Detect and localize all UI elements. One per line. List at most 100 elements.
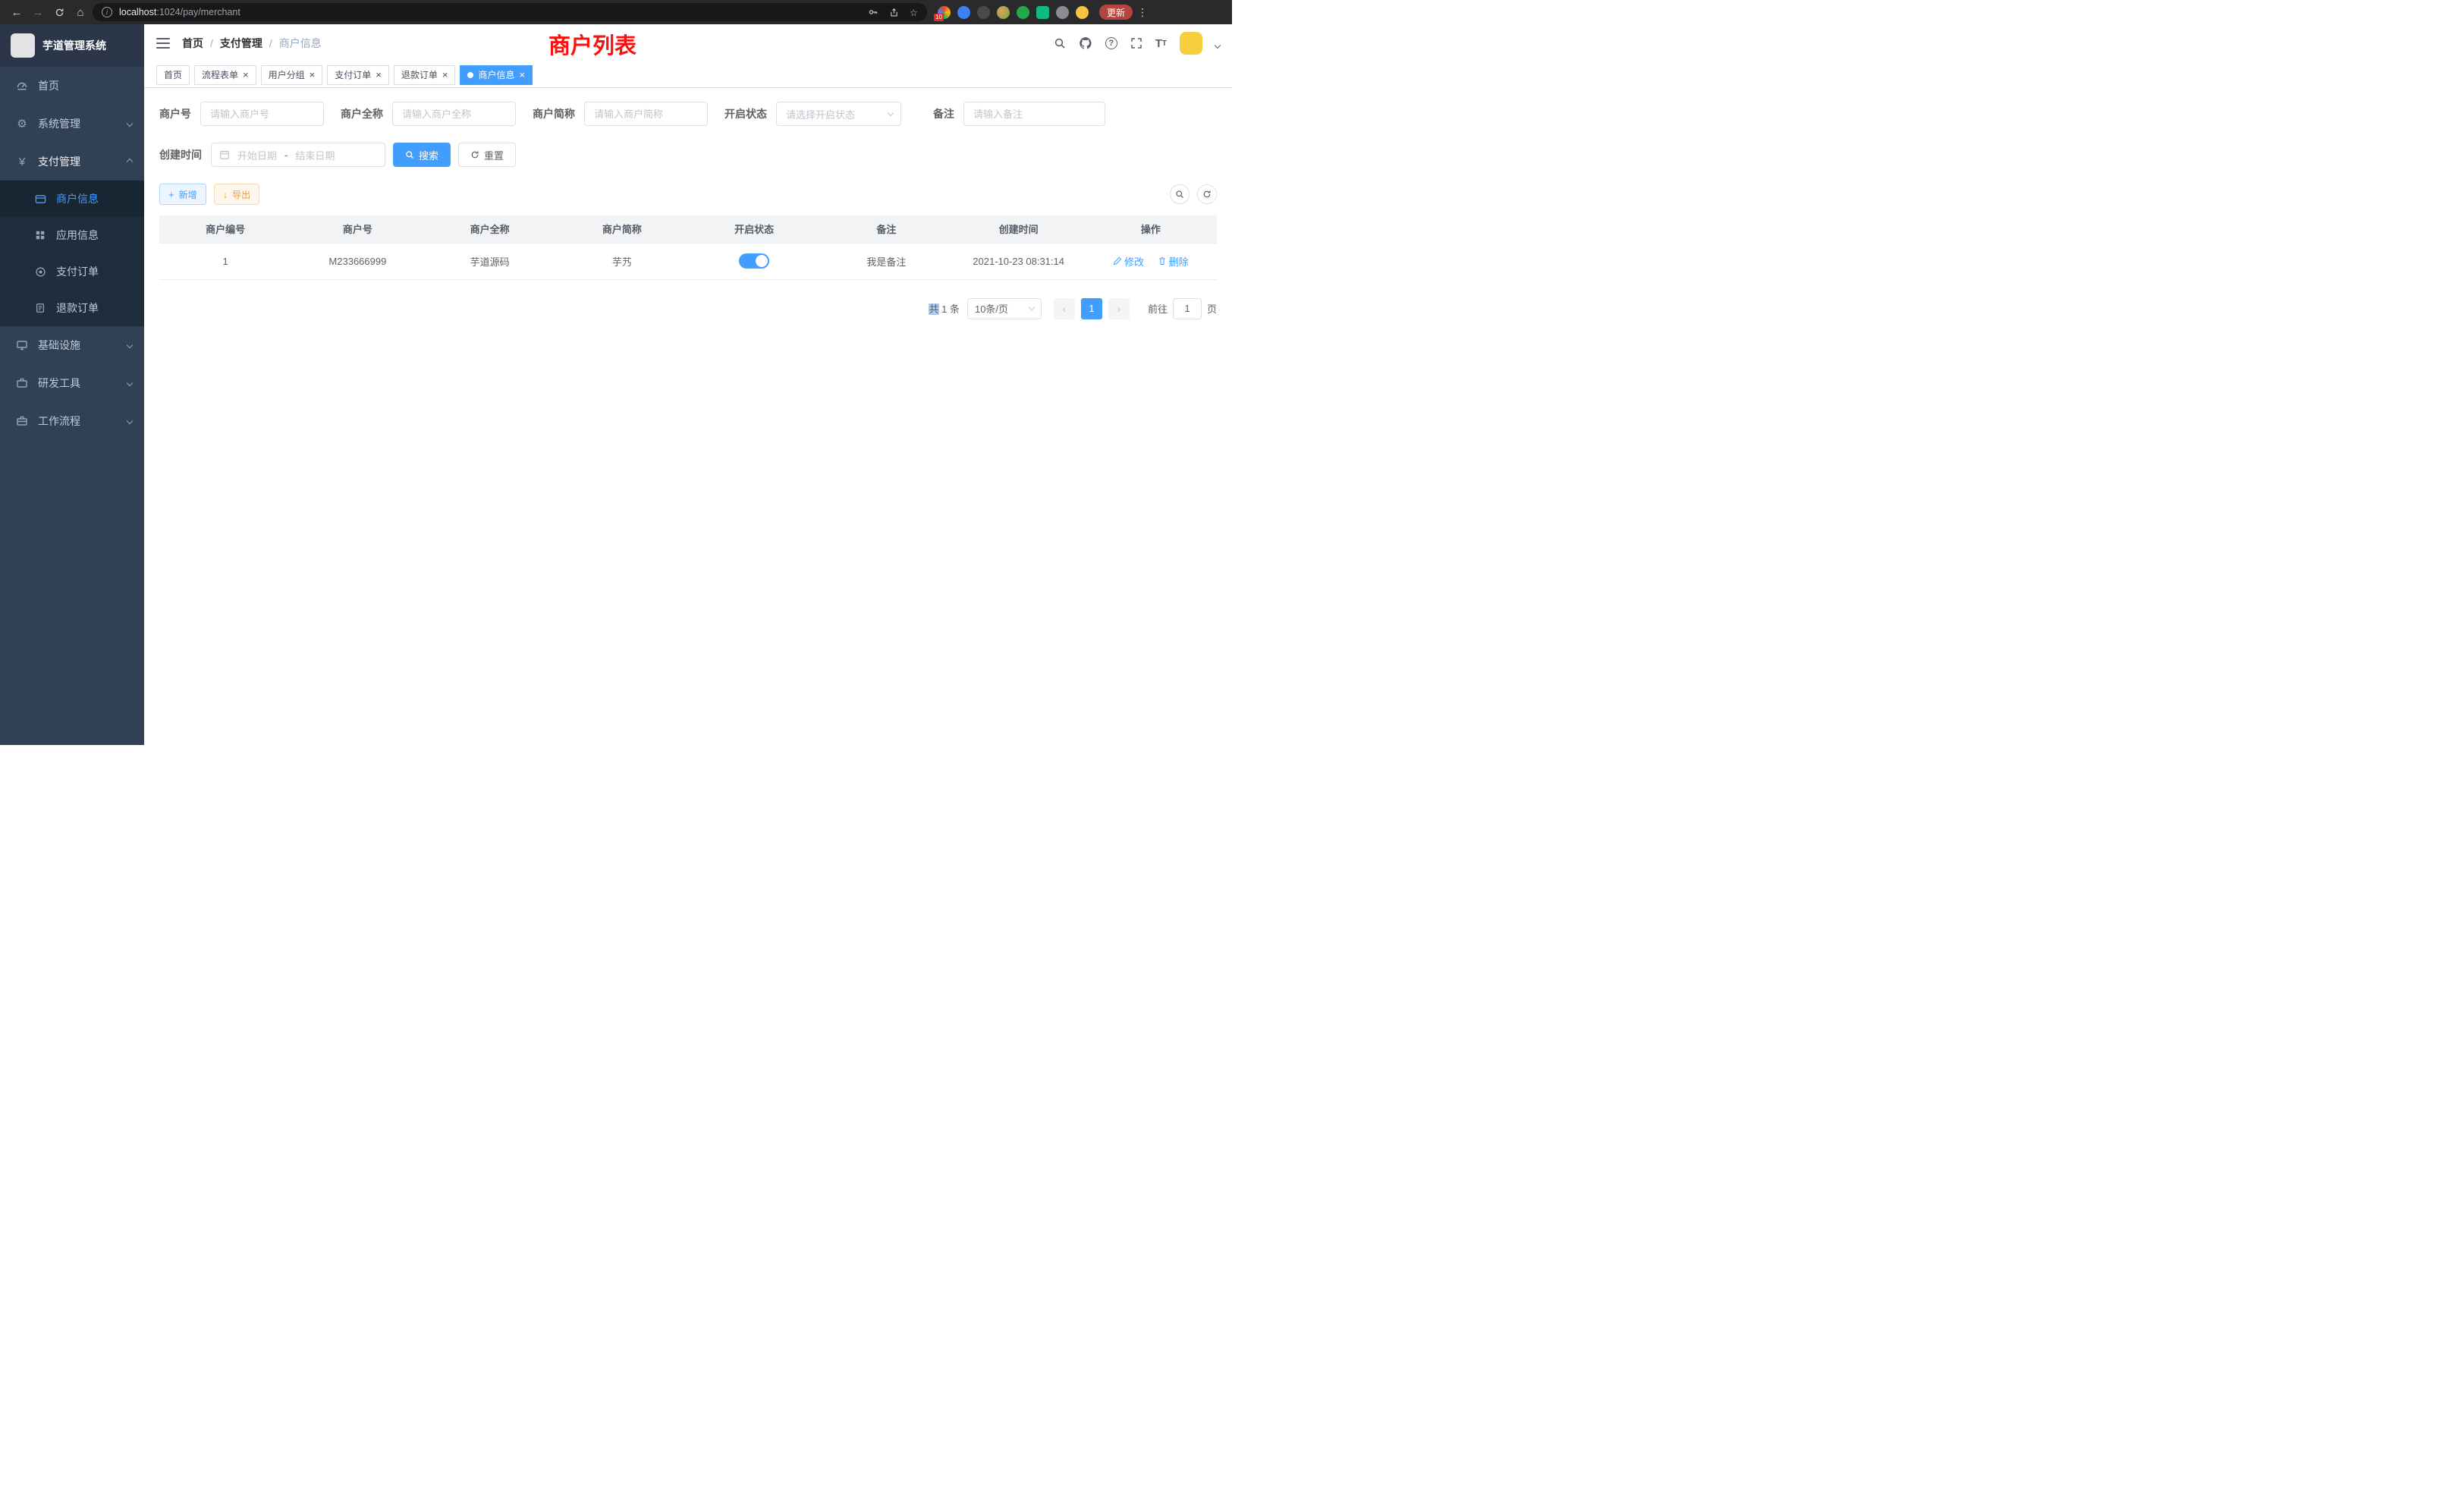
- page-size-select[interactable]: 10条/页: [967, 298, 1042, 319]
- browser-refresh-icon[interactable]: [50, 3, 68, 21]
- tab-user-group[interactable]: 用户分组×: [261, 65, 323, 85]
- hamburger-icon[interactable]: [156, 38, 170, 49]
- breadcrumb-item[interactable]: 首页: [182, 36, 203, 51]
- date-range-picker[interactable]: 开始日期 - 结束日期: [211, 143, 385, 167]
- tab-payment-order[interactable]: 支付订单×: [327, 65, 389, 85]
- close-icon[interactable]: ×: [442, 70, 448, 80]
- browser-home-icon[interactable]: ⌂: [71, 3, 90, 21]
- breadcrumb-item: 商户信息: [279, 36, 322, 51]
- status-toggle[interactable]: [739, 253, 769, 269]
- short-name-input[interactable]: [584, 102, 708, 126]
- page-number-button[interactable]: 1: [1081, 298, 1102, 319]
- close-icon[interactable]: ×: [243, 70, 249, 80]
- tab-merchant-info[interactable]: 商户信息×: [460, 65, 533, 85]
- app-logo[interactable]: 芋道管理系统: [0, 24, 144, 67]
- font-size-icon[interactable]: TT: [1155, 37, 1167, 50]
- user-menu-caret-icon[interactable]: [1215, 42, 1221, 49]
- extension-icon[interactable]: [997, 6, 1010, 19]
- tab-refund-order[interactable]: 退款订单×: [394, 65, 456, 85]
- sidebar-item-payment-order[interactable]: 支付订单: [0, 253, 144, 290]
- gear-icon: ⚙: [15, 117, 29, 130]
- extension-icon[interactable]: [957, 6, 970, 19]
- filter-create-time: 创建时间 开始日期 - 结束日期: [159, 143, 385, 167]
- sidebar-item-devtools[interactable]: 研发工具: [0, 364, 144, 402]
- browser-chrome: ← → ⌂ i localhost:1024/pay/merchant ☆ 10…: [0, 0, 1232, 24]
- breadcrumb: 首页 / 支付管理 / 商户信息: [182, 36, 322, 51]
- extension-icon[interactable]: [1076, 6, 1089, 19]
- sidebar-item-infrastructure[interactable]: 基础设施: [0, 326, 144, 364]
- close-icon[interactable]: ×: [310, 70, 316, 80]
- help-icon[interactable]: ?: [1105, 37, 1117, 49]
- breadcrumb-item[interactable]: 支付管理: [220, 36, 262, 51]
- full-name-input[interactable]: [392, 102, 516, 126]
- sidebar-item-merchant-info[interactable]: 商户信息: [0, 181, 144, 217]
- extension-icon[interactable]: [1036, 6, 1049, 19]
- column-header: 商户编号: [159, 215, 291, 243]
- top-navbar: 首页 / 支付管理 / 商户信息 ? TT: [144, 24, 1232, 62]
- remark-input[interactable]: [963, 102, 1105, 126]
- user-avatar[interactable]: [1180, 32, 1202, 55]
- sidebar-item-label: 基础设施: [38, 338, 80, 353]
- browser-back-icon[interactable]: ←: [8, 3, 26, 21]
- filter-full-name: 商户全称: [341, 102, 516, 126]
- chevron-down-icon: [127, 380, 133, 386]
- extensions-pin-icon[interactable]: [1056, 6, 1069, 19]
- password-key-icon[interactable]: [868, 7, 878, 17]
- export-button[interactable]: ↓ 导出: [214, 184, 260, 205]
- cell-create-time: 2021-10-23 08:31:14: [953, 243, 1085, 279]
- end-date-placeholder: 结束日期: [295, 148, 335, 162]
- bookmark-star-icon[interactable]: ☆: [910, 7, 918, 18]
- share-icon[interactable]: [889, 8, 899, 17]
- active-tab-dot: [467, 72, 473, 78]
- sidebar-item-home[interactable]: 首页: [0, 67, 144, 105]
- trash-icon: [1158, 256, 1167, 266]
- reset-button[interactable]: 重置: [458, 143, 516, 167]
- site-info-icon[interactable]: i: [102, 7, 112, 17]
- merchant-no-input[interactable]: [200, 102, 324, 126]
- extension-icon[interactable]: 10: [938, 6, 951, 19]
- yen-icon: ¥: [15, 156, 29, 168]
- edit-link[interactable]: 修改: [1113, 254, 1144, 269]
- browser-forward-icon[interactable]: →: [29, 3, 47, 21]
- sidebar-item-payment[interactable]: ¥ 支付管理: [0, 143, 144, 181]
- tab-home[interactable]: 首页: [156, 65, 190, 85]
- main-area: 商户列表 首页 / 支付管理 / 商户信息 ?: [144, 24, 1232, 745]
- extension-badge: 10: [934, 14, 944, 21]
- sidebar-item-label: 研发工具: [38, 376, 80, 391]
- pagination: 共 1 条 10条/页 ‹ 1 › 前往 页: [159, 298, 1217, 319]
- refresh-table-button[interactable]: [1197, 184, 1217, 204]
- goto-page-input[interactable]: [1173, 298, 1202, 319]
- sidebar-item-system[interactable]: ⚙ 系统管理: [0, 105, 144, 143]
- chevron-down-icon: [127, 418, 133, 424]
- extension-icon[interactable]: [1017, 6, 1029, 19]
- add-button[interactable]: + 新增: [159, 184, 206, 205]
- field-label: 商户号: [159, 106, 191, 121]
- cell-remark: 我是备注: [820, 243, 952, 279]
- browser-update-button[interactable]: 更新: [1099, 5, 1133, 20]
- goto-label: 前往: [1148, 301, 1168, 316]
- sidebar-item-label: 退款订单: [56, 300, 99, 316]
- extension-icon[interactable]: [977, 6, 990, 19]
- search-icon[interactable]: [1054, 37, 1066, 49]
- sidebar-item-app-info[interactable]: 应用信息: [0, 217, 144, 253]
- next-page-button[interactable]: ›: [1108, 298, 1130, 319]
- tab-process-form[interactable]: 流程表单×: [194, 65, 256, 85]
- toggle-search-button[interactable]: [1170, 184, 1190, 204]
- prev-page-button[interactable]: ‹: [1054, 298, 1075, 319]
- app-window: 芋道管理系统 首页 ⚙ 系统管理 ¥ 支付管理 商户信息: [0, 24, 1232, 745]
- delete-link[interactable]: 删除: [1158, 254, 1189, 269]
- sidebar-item-refund-order[interactable]: 退款订单: [0, 290, 144, 326]
- field-label: 开启状态: [724, 106, 767, 121]
- cell-short-name: 芋艿: [556, 243, 688, 279]
- close-icon[interactable]: ×: [376, 70, 382, 80]
- status-select[interactable]: 请选择开启状态: [776, 102, 901, 126]
- search-button[interactable]: 搜索: [393, 143, 451, 167]
- fullscreen-icon[interactable]: [1130, 37, 1142, 49]
- browser-menu-icon[interactable]: ⋮: [1136, 6, 1149, 19]
- field-label: 备注: [933, 106, 954, 121]
- address-bar[interactable]: i localhost:1024/pay/merchant ☆: [93, 3, 927, 21]
- close-icon[interactable]: ×: [519, 70, 525, 80]
- github-icon[interactable]: [1079, 36, 1092, 50]
- sidebar-item-workflow[interactable]: 工作流程: [0, 402, 144, 440]
- table-header-row: 商户编号 商户号 商户全称 商户简称 开启状态 备注 创建时间 操作: [159, 215, 1217, 243]
